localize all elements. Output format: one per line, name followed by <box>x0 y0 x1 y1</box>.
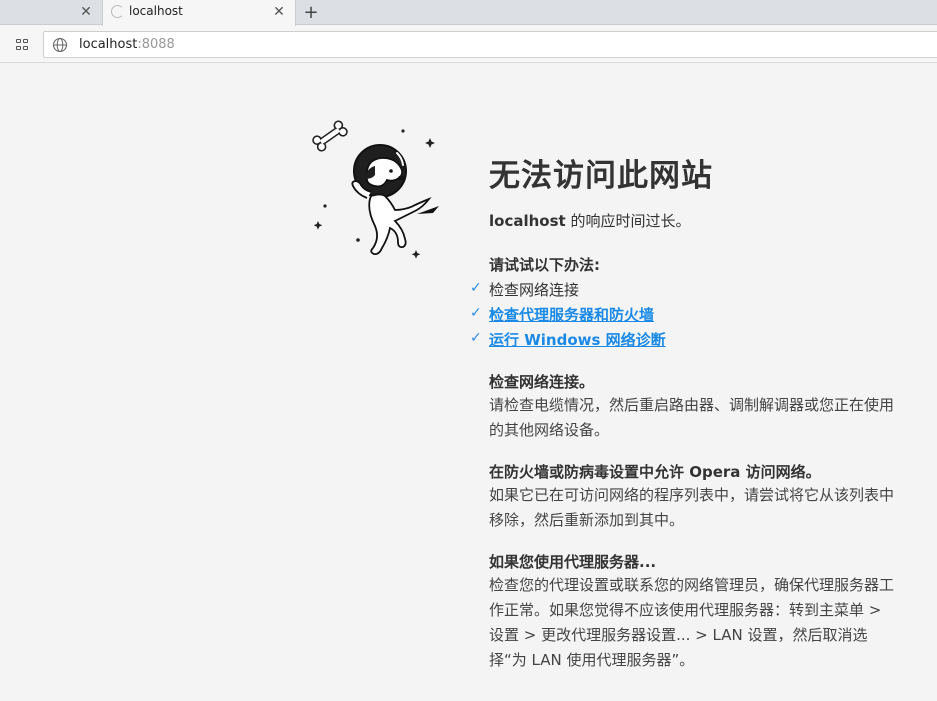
page-title: 无法访问此网站 <box>489 158 713 194</box>
close-icon[interactable]: ✕ <box>271 4 287 20</box>
tab-localhost[interactable]: localhost ✕ <box>102 0 296 26</box>
tabs-grid-icon[interactable] <box>16 39 28 50</box>
try-heading: 请试试以下办法: <box>489 256 600 274</box>
dog-astronaut-illustration <box>312 120 439 259</box>
suggestion-windows-diagnostics-link[interactable]: ✓ 运行 Windows 网络诊断 <box>470 329 666 350</box>
tab-strip: ✕ localhost ✕ + <box>0 0 937 26</box>
error-host: localhost <box>489 212 566 230</box>
suggestion-label[interactable]: 运行 Windows 网络诊断 <box>489 331 666 349</box>
section-title-proxy: 如果您使用代理服务器... <box>489 553 657 571</box>
suggestion-check-proxy-firewall-link[interactable]: ✓ 检查代理服务器和防火墙 <box>470 304 654 325</box>
address-bar[interactable]: localhost:8088 <box>43 31 937 58</box>
new-tab-button[interactable]: + <box>300 1 322 23</box>
loading-spinner-icon <box>111 5 124 18</box>
tab-title: localhost <box>129 4 183 18</box>
section-body-network: 请检查电缆情况，然后重启路由器、调制解调器或您正在使用的其他网络设备。 <box>489 396 895 439</box>
toolbar: localhost:8088 <box>0 26 937 63</box>
suggestion-label: 检查网络连接 <box>489 281 580 299</box>
suggestion-label[interactable]: 检查代理服务器和防火墙 <box>489 306 654 324</box>
suggestion-check-network: ✓ 检查网络连接 <box>470 279 580 300</box>
section-title-network: 检查网络连接。 <box>489 373 595 391</box>
section-title-firewall: 在防火墙或防病毒设置中允许 Opera 访问网络。 <box>489 463 821 481</box>
section-body-firewall: 如果它已在可访问网络的程序列表中，请尝试将它从该列表中移除，然后重新添加到其中。 <box>489 486 895 529</box>
checkmark-icon: ✓ <box>470 305 482 321</box>
error-subtitle: localhost 的响应时间过长。 <box>489 210 690 231</box>
checkmark-icon: ✓ <box>470 330 482 346</box>
close-icon[interactable]: ✕ <box>78 4 94 20</box>
url-port: :8088 <box>137 37 175 52</box>
tab-previous[interactable]: ✕ <box>0 0 102 25</box>
url-host: localhost <box>79 37 138 52</box>
section-body-proxy: 检查您的代理设置或联系您的网络管理员，确保代理服务器工作正常。如果您觉得不应该使… <box>489 576 895 669</box>
globe-icon <box>52 37 68 53</box>
error-subtitle-text: 的响应时间过长。 <box>565 212 691 230</box>
url-text[interactable]: localhost:8088 <box>79 37 175 52</box>
bone-icon <box>312 120 348 152</box>
checkmark-icon: ✓ <box>470 280 482 296</box>
